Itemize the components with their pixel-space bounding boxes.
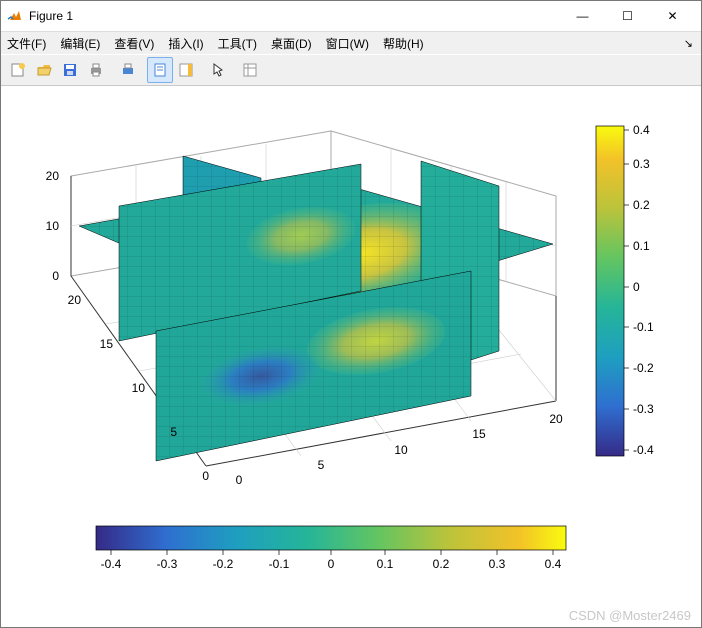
svg-text:0: 0 (202, 469, 209, 483)
axes-area[interactable]: 0 10 20 20 15 10 5 0 0 5 10 15 20 -0 (1, 86, 701, 627)
print-preview-icon[interactable] (115, 57, 141, 83)
svg-text:0.1: 0.1 (377, 557, 394, 571)
svg-text:5: 5 (318, 458, 325, 472)
svg-text:0.4: 0.4 (633, 123, 650, 137)
menu-insert[interactable]: 插入(I) (168, 35, 203, 52)
window-buttons: — ☐ ✕ (560, 2, 695, 30)
close-button[interactable]: ✕ (650, 2, 695, 30)
new-figure-icon[interactable] (5, 57, 31, 83)
menu-tools[interactable]: 工具(T) (218, 35, 257, 52)
insert-colorbar-icon[interactable] (173, 57, 199, 83)
minimize-button[interactable]: — (560, 2, 605, 30)
svg-text:0: 0 (633, 280, 640, 294)
figure-window: Figure 1 — ☐ ✕ 文件(F) 编辑(E) 查看(V) 插入(I) 工… (0, 0, 702, 628)
menu-file[interactable]: 文件(F) (7, 35, 46, 52)
svg-text:10: 10 (46, 219, 60, 233)
title-bar[interactable]: Figure 1 — ☐ ✕ (1, 1, 701, 32)
property-editor-icon[interactable] (237, 57, 263, 83)
menu-edit[interactable]: 编辑(E) (60, 35, 100, 52)
pointer-icon[interactable] (205, 57, 231, 83)
menu-overflow-icon[interactable]: ↘ (684, 37, 693, 50)
svg-text:0.4: 0.4 (545, 557, 562, 571)
svg-text:0.3: 0.3 (489, 557, 506, 571)
window-title: Figure 1 (29, 9, 560, 23)
svg-text:20: 20 (549, 412, 563, 426)
print-icon[interactable] (83, 57, 109, 83)
svg-text:-0.4: -0.4 (633, 443, 654, 457)
svg-text:0.1: 0.1 (633, 239, 650, 253)
svg-text:-0.4: -0.4 (101, 557, 122, 571)
link-axes-icon[interactable] (147, 57, 173, 83)
matlab-icon (7, 8, 23, 24)
toolbar (1, 54, 701, 86)
open-icon[interactable] (31, 57, 57, 83)
svg-text:0: 0 (236, 473, 243, 487)
svg-text:0.2: 0.2 (633, 198, 650, 212)
svg-text:20: 20 (68, 293, 82, 307)
svg-text:20: 20 (46, 169, 60, 183)
colorbar-horizontal: -0.4 -0.3 -0.2 -0.1 0 0.1 0.2 0.3 0.4 (96, 526, 566, 571)
colorbar-vertical: -0.4 -0.3 -0.2 -0.1 0 0.1 0.2 0.3 0.4 (596, 123, 654, 457)
svg-text:5: 5 (170, 425, 177, 439)
menu-desktop[interactable]: 桌面(D) (271, 35, 312, 52)
save-icon[interactable] (57, 57, 83, 83)
svg-text:0.2: 0.2 (433, 557, 450, 571)
menu-bar: 文件(F) 编辑(E) 查看(V) 插入(I) 工具(T) 桌面(D) 窗口(W… (1, 32, 701, 54)
svg-text:10: 10 (132, 381, 146, 395)
svg-text:-0.2: -0.2 (213, 557, 234, 571)
svg-text:-0.3: -0.3 (633, 402, 654, 416)
menu-view[interactable]: 查看(V) (114, 35, 154, 52)
svg-text:-0.1: -0.1 (633, 320, 654, 334)
maximize-button[interactable]: ☐ (605, 2, 650, 30)
svg-text:15: 15 (472, 427, 486, 441)
svg-text:-0.2: -0.2 (633, 361, 654, 375)
svg-text:-0.3: -0.3 (157, 557, 178, 571)
menu-window[interactable]: 窗口(W) (326, 35, 369, 52)
svg-text:0: 0 (328, 557, 335, 571)
svg-text:15: 15 (100, 337, 114, 351)
svg-text:0.3: 0.3 (633, 157, 650, 171)
menu-help[interactable]: 帮助(H) (383, 35, 424, 52)
svg-text:0: 0 (52, 269, 59, 283)
svg-text:10: 10 (394, 443, 408, 457)
svg-text:-0.1: -0.1 (269, 557, 290, 571)
